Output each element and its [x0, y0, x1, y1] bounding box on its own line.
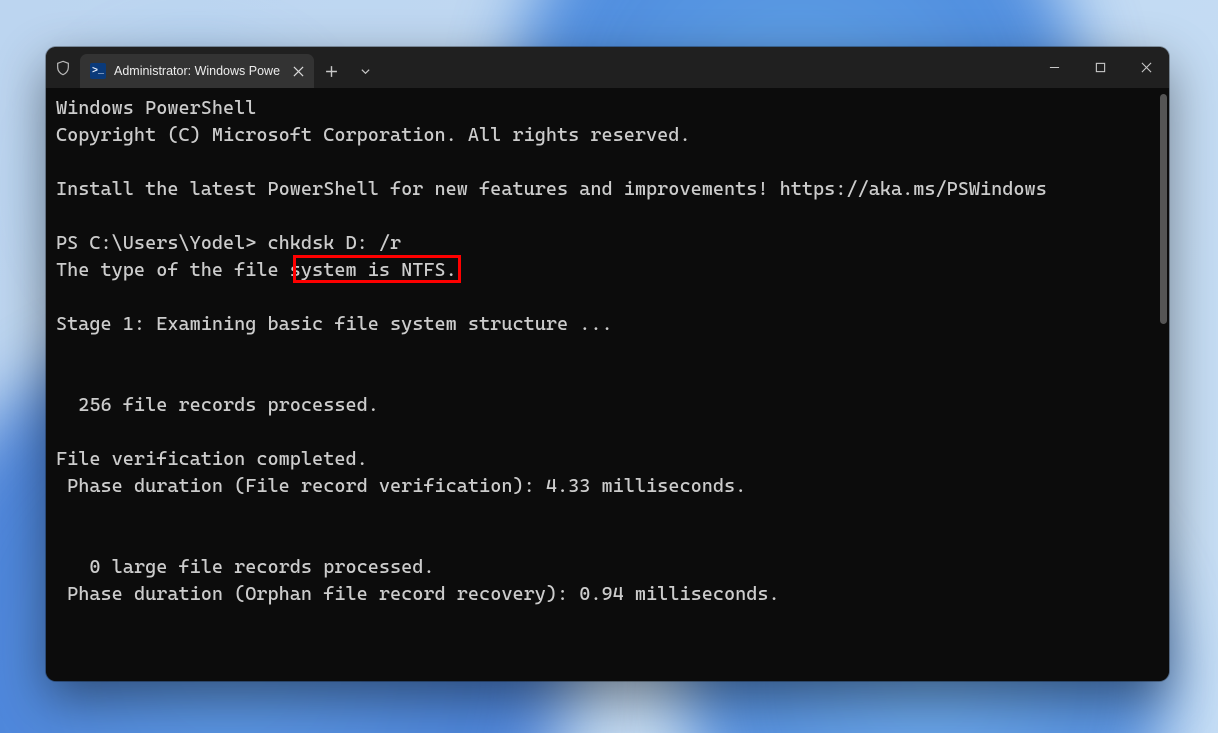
new-tab-button[interactable]	[314, 54, 348, 88]
terminal-line: The type of the file system is NTFS.	[56, 259, 457, 281]
titlebar[interactable]: >_ Administrator: Windows Powe	[46, 47, 1169, 88]
tab-powershell[interactable]: >_ Administrator: Windows Powe	[80, 54, 314, 88]
maximize-button[interactable]	[1077, 47, 1123, 88]
powershell-icon: >_	[90, 63, 106, 79]
terminal-line: Phase duration (File record verification…	[56, 475, 746, 497]
terminal-line: Stage 1: Examining basic file system str…	[56, 313, 613, 335]
terminal-line: 256 file records processed.	[56, 394, 379, 416]
admin-shield-icon	[46, 47, 80, 88]
terminal-line: 0 large file records processed.	[56, 556, 435, 578]
tab-close-button[interactable]	[288, 61, 308, 81]
terminal-output[interactable]: Windows PowerShell Copyright (C) Microso…	[46, 88, 1169, 681]
minimize-button[interactable]	[1031, 47, 1077, 88]
tab-dropdown-button[interactable]	[348, 54, 382, 88]
prompt-command: chkdsk D: /r	[268, 232, 402, 254]
terminal-line: Phase duration (Orphan file record recov…	[56, 583, 780, 605]
titlebar-drag-area[interactable]	[382, 47, 1031, 88]
terminal-line: Copyright (C) Microsoft Corporation. All…	[56, 124, 691, 146]
prompt-line: PS C:\Users\Yodel> chkdsk D: /r	[56, 232, 401, 254]
scrollbar-thumb[interactable]	[1160, 94, 1167, 324]
terminal-line: File verification completed.	[56, 448, 368, 470]
close-button[interactable]	[1123, 47, 1169, 88]
prompt-prefix: PS C:\Users\Yodel>	[56, 232, 268, 254]
terminal-window: >_ Administrator: Windows Powe Windows	[46, 47, 1169, 681]
terminal-line: Windows PowerShell	[56, 97, 256, 119]
tab-title: Administrator: Windows Powe	[114, 64, 280, 78]
terminal-line: Install the latest PowerShell for new fe…	[56, 178, 1047, 200]
